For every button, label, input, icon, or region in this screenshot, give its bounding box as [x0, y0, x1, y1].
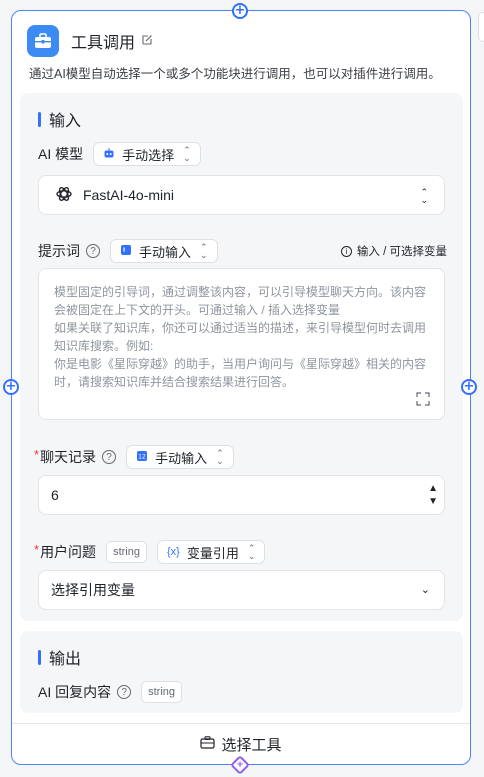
model-select[interactable]: FastAI-4o-mini ⌃ ⌄ [38, 175, 445, 215]
number-stepper[interactable]: ▲ ▼ [428, 482, 438, 508]
prompt-label: 提示词 [38, 243, 80, 259]
help-icon[interactable]: ? [86, 244, 100, 258]
chat-history-label: 聊天记录 [40, 449, 97, 465]
input-mode-icon [120, 244, 132, 259]
user-question-label: 用户问题 [40, 544, 97, 560]
robot-icon [103, 147, 115, 162]
tool-call-node[interactable]: 工具调用 通过AI模型自动选择一个或多个功能块进行调用，也可以对插件进行调用。 … [11, 10, 471, 765]
user-question-mode-select[interactable]: {x} 变量引用 ⌃ ⌄ [156, 540, 266, 564]
selected-model-text: FastAI-4o-mini [83, 187, 175, 203]
output-section-title: 输出 [38, 645, 81, 669]
edit-icon[interactable] [141, 34, 153, 49]
prompt-placeholder: 模型固定的引导词，通过调整该内容，可以引导模型聊天方向。该内容会被固定在上下文的… [54, 285, 427, 389]
chat-history-value: 6 [51, 487, 59, 503]
output-section: 输出 AI 回复内容 ? string [20, 631, 463, 713]
chevron-updown-icon: ⌃ ⌄ [216, 448, 224, 466]
chat-history-mode-text: 手动输入 [155, 450, 208, 466]
ai-model-row: AI 模型 手动选择 ⌃ ⌄ [38, 142, 201, 166]
chevron-down-icon: ⌄ [420, 584, 430, 596]
toolbox-icon [27, 25, 59, 57]
user-question-mode-text: 变量引用 [186, 545, 239, 561]
variable-hint: i 输入 / 可选择变量 [340, 243, 447, 259]
connect-right-handle[interactable]: + [461, 379, 477, 395]
info-icon: i [340, 245, 352, 257]
node-description: 通过AI模型自动选择一个或多个功能块进行调用，也可以对插件进行调用。 [29, 67, 441, 81]
input-section-title: 输入 [38, 107, 81, 131]
input-section: 输入 AI 模型 手动选择 ⌃ ⌄ FastAI-4o-mini ⌃ ⌄ 提示词… [20, 93, 463, 621]
prompt-row: 提示词 ? 手动输入 ⌃ ⌄ [38, 239, 218, 263]
prompt-mode-select[interactable]: 手动输入 ⌃ ⌄ [110, 239, 218, 263]
chat-history-mode-select[interactable]: 12 手动输入 ⌃ ⌄ [126, 445, 234, 469]
variable-select[interactable]: 选择引用变量 ⌄ [38, 570, 445, 610]
output-title-text: 输出 [49, 651, 82, 668]
chevron-updown-icon: ⌃ ⌄ [183, 145, 191, 163]
variable-select-placeholder: 选择引用变量 [51, 582, 135, 598]
expand-icon[interactable] [416, 392, 430, 409]
ai-model-mode-select[interactable]: 手动选择 ⌃ ⌄ [93, 142, 201, 166]
ai-model-label: AI 模型 [38, 146, 84, 162]
prompt-textarea[interactable]: 模型固定的引导词，通过调整该内容，可以引导模型聊天方向。该内容会被固定在上下文的… [38, 268, 445, 420]
ai-model-mode-text: 手动选择 [122, 147, 175, 163]
help-icon[interactable]: ? [102, 450, 117, 464]
user-question-row: * 用户问题 string {x} 变量引用 ⌃ ⌄ [34, 540, 266, 564]
chevron-updown-icon: ⌃ ⌄ [247, 543, 256, 561]
chevron-updown-icon: ⌃ ⌄ [420, 187, 428, 205]
ai-reply-label: AI 回复内容 [38, 684, 112, 700]
connect-left-handle[interactable]: + [3, 379, 19, 395]
variable-icon: {x} [166, 546, 180, 558]
ai-reply-row: AI 回复内容 ? string [38, 681, 183, 703]
adjacent-node-edge [478, 12, 484, 42]
input-title-text: 输入 [49, 113, 82, 130]
required-mark: * [34, 446, 40, 462]
connect-top-handle[interactable]: + [232, 3, 248, 19]
toolbox-icon [200, 736, 216, 753]
chat-history-input[interactable]: 6 ▲ ▼ [38, 475, 445, 515]
node-title: 工具调用 [71, 35, 136, 52]
type-tag: string [141, 681, 183, 703]
chevron-updown-icon: ⌃ ⌄ [200, 242, 208, 260]
help-icon[interactable]: ? [117, 685, 132, 699]
svg-text:12: 12 [138, 453, 146, 460]
section-accent-bar [38, 649, 41, 665]
number-input-icon: 12 [136, 450, 148, 465]
node-header: 工具调用 [27, 25, 153, 57]
type-tag: string [106, 541, 147, 563]
select-tool-label: 选择工具 [221, 737, 282, 754]
chat-history-row: * 聊天记录 ? 12 手动输入 ⌃ ⌄ [34, 445, 234, 469]
section-accent-bar [38, 111, 41, 127]
variable-hint-text: 输入 / 可选择变量 [356, 246, 447, 258]
required-mark: * [34, 541, 40, 557]
openai-icon [55, 185, 73, 206]
prompt-mode-text: 手动输入 [139, 244, 192, 260]
